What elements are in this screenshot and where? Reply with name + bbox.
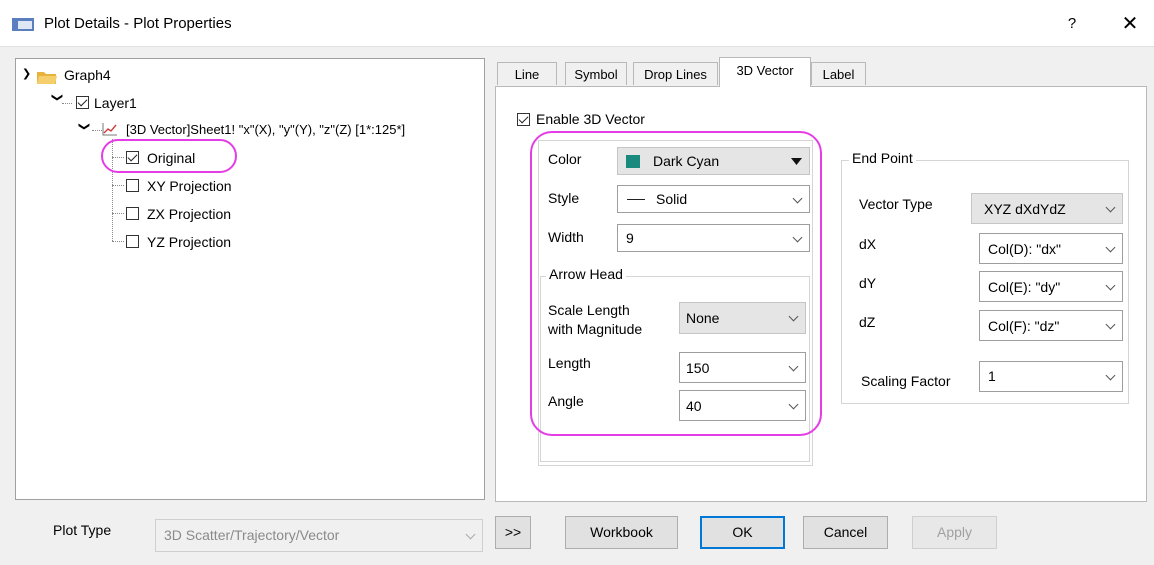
highlight-ellipse-original (101, 139, 237, 173)
dy-dropdown[interactable]: Col(E): "dy" (979, 271, 1123, 302)
plot-type-dropdown[interactable]: 3D Scatter/Trajectory/Vector (155, 519, 483, 552)
dx-value: Col(D): "dx" (988, 241, 1061, 257)
end-point-title: End Point (849, 150, 916, 166)
tree-item-zx-projection[interactable]: ZX Projection (147, 203, 231, 225)
tab-drop-lines[interactable]: Drop Lines (633, 62, 718, 85)
tree-item-yz-projection[interactable]: YZ Projection (147, 231, 231, 253)
scaling-factor-label: Scaling Factor (861, 373, 951, 389)
close-button[interactable]: ✕ (1110, 10, 1150, 38)
dz-value: Col(F): "dz" (988, 318, 1060, 334)
vector-type-label: Vector Type (859, 196, 933, 212)
chevron-down-icon (1105, 242, 1116, 253)
tree-label-plot: [3D Vector]Sheet1! "x"(X), "y"(Y), "z"(Z… (126, 122, 406, 137)
chevron-down-icon[interactable]: ❯ (22, 63, 31, 85)
window-app-icon (12, 18, 34, 31)
chevron-down-icon[interactable]: ❯ (51, 93, 64, 102)
tab-line[interactable]: Line (497, 62, 557, 85)
dz-label: dZ (859, 314, 876, 330)
tab-label[interactable]: Label (811, 62, 866, 85)
title-bar: Plot Details - Plot Properties ? ✕ (0, 0, 1154, 47)
xy-projection-checkbox[interactable] (126, 179, 139, 192)
dz-dropdown[interactable]: Col(F): "dz" (979, 310, 1123, 341)
chevron-down-icon (1105, 319, 1116, 330)
highlight-vector-properties (530, 131, 822, 436)
chevron-down-icon (1105, 280, 1116, 291)
tree-item-xy-projection[interactable]: XY Projection (147, 175, 232, 197)
expand-button[interactable]: >> (495, 516, 531, 549)
dy-label: dY (859, 275, 877, 291)
plot-type-value: 3D Scatter/Trajectory/Vector (164, 527, 340, 543)
cancel-button[interactable]: Cancel (803, 516, 888, 549)
plot-tree[interactable]: ❯ Graph4 ❯ Layer1 ❯ [3D Vector]Sheet1! "… (15, 58, 485, 500)
vector-type-dropdown[interactable]: XYZ dXdYdZ (971, 193, 1123, 224)
workbook-button[interactable]: Workbook (565, 516, 678, 549)
help-button[interactable]: ? (1052, 10, 1092, 38)
scaling-factor-value: 1 (988, 368, 996, 384)
ok-button[interactable]: OK (700, 516, 785, 549)
vector-type-value: XYZ dXdYdZ (984, 201, 1066, 217)
plot-type-label: Plot Type (53, 522, 112, 538)
yz-projection-checkbox[interactable] (126, 235, 139, 248)
line-plot-icon (102, 123, 117, 136)
enable-3d-vector-checkbox[interactable] (517, 113, 530, 126)
folder-icon (37, 72, 57, 84)
apply-button[interactable]: Apply (912, 516, 997, 549)
dy-value: Col(E): "dy" (988, 279, 1061, 295)
enable-3d-vector-label: Enable 3D Vector (536, 111, 645, 127)
scaling-factor-dropdown[interactable]: 1 (979, 361, 1123, 392)
tree-label-graph: Graph4 (64, 67, 111, 83)
chevron-down-icon (465, 529, 476, 540)
dx-dropdown[interactable]: Col(D): "dx" (979, 233, 1123, 264)
layer-checkbox[interactable] (76, 96, 89, 109)
tab-symbol[interactable]: Symbol (565, 62, 627, 85)
zx-projection-checkbox[interactable] (126, 207, 139, 220)
dx-label: dX (859, 236, 877, 252)
window-title: Plot Details - Plot Properties (44, 15, 232, 32)
tree-label-layer: Layer1 (94, 95, 137, 111)
chevron-down-icon (1105, 202, 1116, 213)
chevron-down-icon (1105, 370, 1116, 381)
tab-3d-vector[interactable]: 3D Vector (719, 57, 811, 87)
chevron-down-icon[interactable]: ❯ (78, 122, 91, 131)
